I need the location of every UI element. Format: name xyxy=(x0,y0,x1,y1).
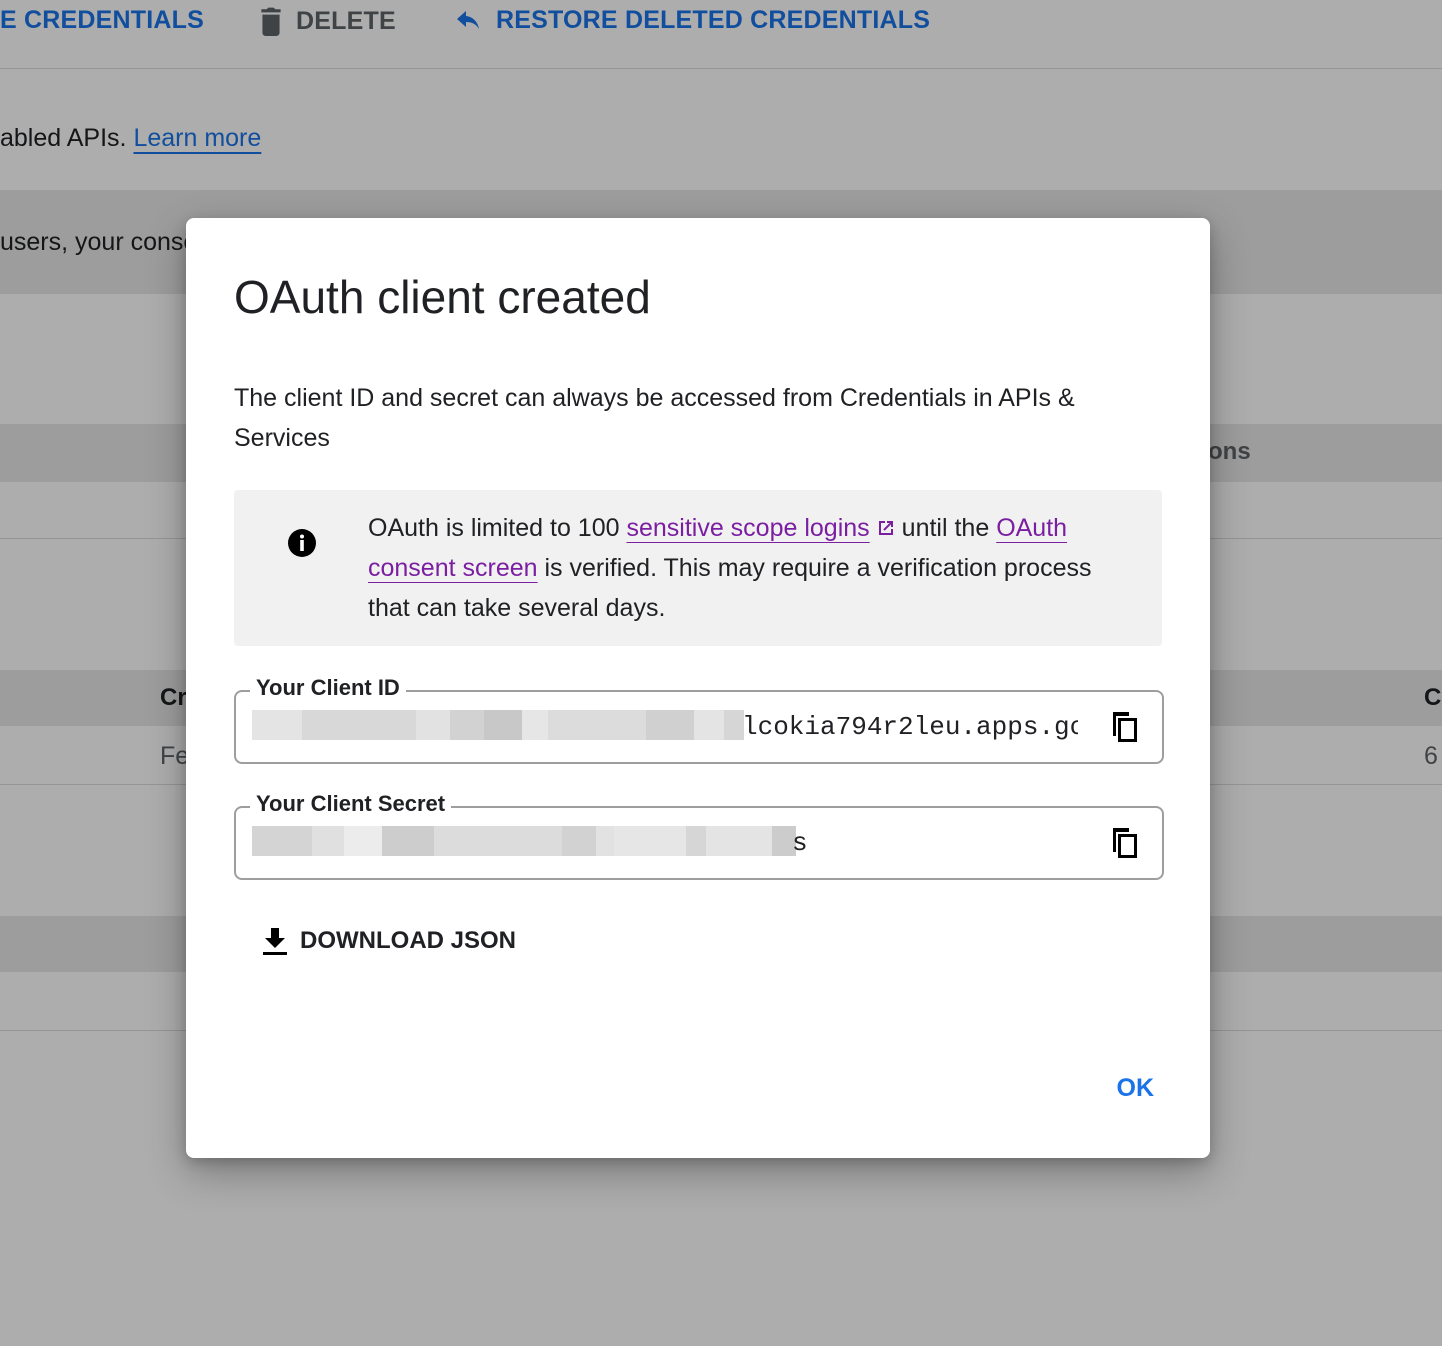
client-secret-value: s xyxy=(252,826,1078,858)
dialog-description: The client ID and secret can always be a… xyxy=(234,384,1075,452)
ok-button[interactable]: OK xyxy=(1117,1074,1155,1103)
notice-text: OAuth is limited to 100 sensitive scope … xyxy=(368,508,1138,628)
redacted-client-id xyxy=(252,710,744,740)
client-secret-field[interactable]: Your Client Secret s xyxy=(234,791,1164,880)
copy-client-id-icon[interactable] xyxy=(1110,710,1140,744)
notice-middle: until the xyxy=(901,514,990,542)
download-json-button[interactable]: DOWNLOAD JSON xyxy=(262,926,516,956)
info-icon xyxy=(288,529,316,557)
oauth-client-created-dialog: OAuth client created The client ID and s… xyxy=(186,218,1210,1158)
download-json-label: DOWNLOAD JSON xyxy=(300,927,516,954)
client-id-field[interactable]: Your Client ID lcokia794r2leu.apps.gc xyxy=(234,675,1164,764)
client-secret-label: Your Client Secret xyxy=(250,791,452,817)
verification-notice: OAuth is limited to 100 sensitive scope … xyxy=(234,490,1162,646)
redacted-client-secret xyxy=(252,826,796,856)
external-link-icon[interactable] xyxy=(876,518,896,538)
client-id-label: Your Client ID xyxy=(250,675,406,701)
download-icon xyxy=(263,928,287,955)
copy-client-secret-icon[interactable] xyxy=(1110,826,1140,860)
client-secret-visible-text: s xyxy=(792,828,808,858)
dialog-title: OAuth client created xyxy=(234,271,651,323)
notice-prefix: OAuth is limited to 100 xyxy=(368,514,620,542)
client-id-visible-text: lcokia794r2leu.apps.gc xyxy=(742,712,1078,742)
sensitive-scope-logins-link[interactable]: sensitive scope logins xyxy=(626,514,869,542)
client-id-value: lcokia794r2leu.apps.gc xyxy=(252,710,1078,742)
